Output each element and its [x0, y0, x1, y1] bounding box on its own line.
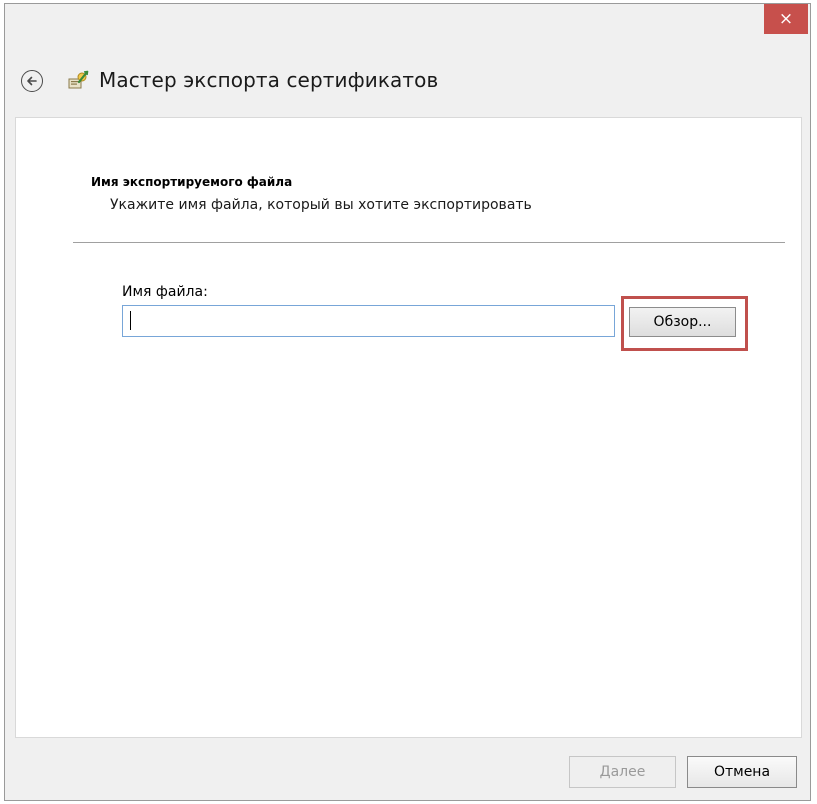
text-caret — [130, 311, 131, 330]
page-heading: Имя экспортируемого файла — [91, 175, 293, 189]
file-name-label: Имя файла: — [122, 284, 208, 300]
browse-button[interactable]: Обзор... — [629, 307, 736, 337]
divider — [73, 242, 785, 243]
window-title: Мастер экспорта сертификатов — [99, 68, 439, 92]
wizard-window: × Мастер экспорта сертификатов Имя экспо… — [4, 3, 811, 801]
back-button[interactable] — [21, 70, 43, 92]
wizard-content: Имя экспортируемого файла Укажите имя фа… — [15, 117, 802, 738]
page-subheading: Укажите имя файла, который вы хотите экс… — [110, 197, 532, 213]
close-button[interactable]: × — [764, 4, 808, 34]
back-arrow-icon — [27, 76, 37, 86]
cancel-button[interactable]: Отмена — [687, 756, 797, 788]
file-name-input[interactable] — [122, 305, 615, 337]
wizard-footer: Далее Отмена — [5, 738, 810, 800]
certificate-wizard-icon — [68, 70, 89, 89]
next-button[interactable]: Далее — [569, 756, 676, 788]
